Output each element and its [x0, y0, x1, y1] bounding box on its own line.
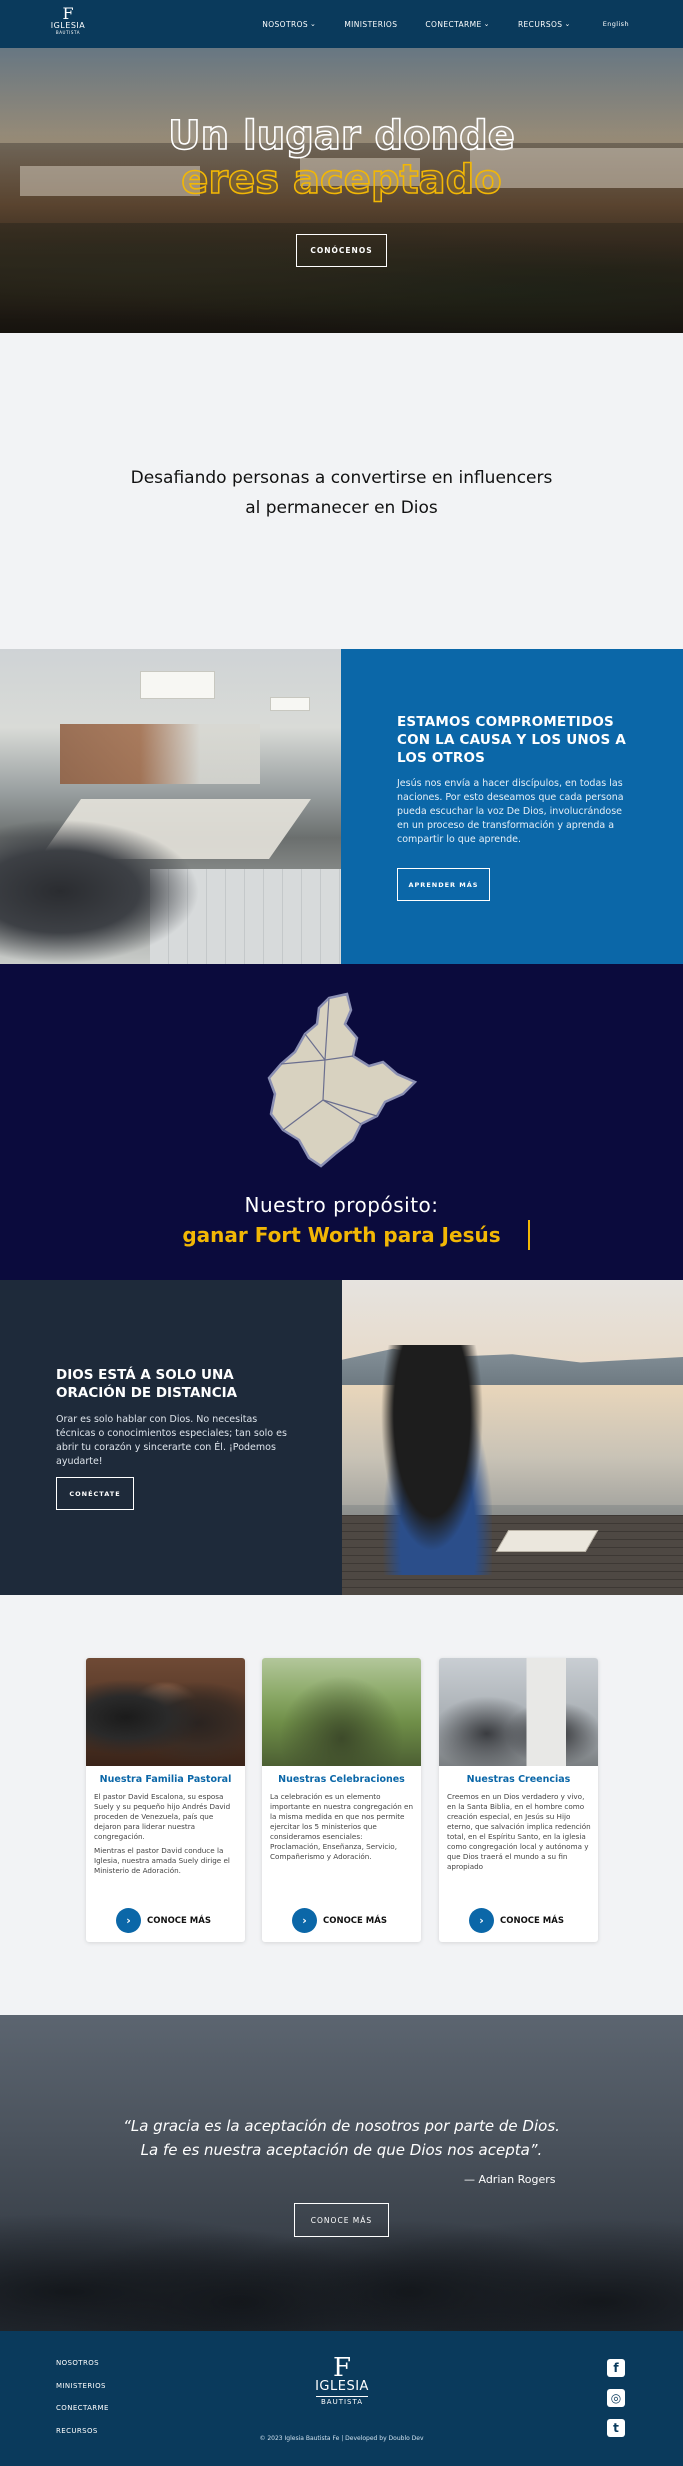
hero-title-line2: eres aceptado [180, 157, 502, 203]
photo-bible [495, 1530, 599, 1552]
ceiling-light [140, 671, 215, 699]
celebration-photo [262, 1658, 421, 1766]
main-nav: NOSOTROS ⌄ MINISTERIOS CONECTARME ⌄ RECU… [262, 0, 629, 48]
site-logo[interactable]: F IGLESIA BAUTISTA [48, 4, 88, 43]
more-label: CONOCE MÁS [147, 1915, 211, 1926]
footer-link-nosotros[interactable]: NOSOTROS [56, 2359, 109, 2367]
conocenos-button[interactable]: CONÓCENOS [296, 234, 387, 267]
footer-logo[interactable]: F IGLESIA BAUTISTA [306, 2353, 378, 2407]
card-paragraph: El pastor David Escalona, su esposa Suel… [94, 1792, 231, 1841]
nav-label: MINISTERIOS [344, 19, 398, 29]
beliefs-photo [439, 1658, 598, 1766]
chevron-down-icon: ⌄ [483, 20, 490, 28]
nav-label: NOSOTROS [262, 19, 309, 29]
card-paragraph: Creemos en un Dios verdadero y vivo, en … [447, 1792, 591, 1871]
footer-link-recursos[interactable]: RECURSOS [56, 2427, 109, 2435]
prayer-text: Orar es solo hablar con Dios. No necesit… [56, 1414, 287, 1467]
quote-line1: “La gracia es la aceptación de nosotros … [123, 2117, 560, 2135]
page: F IGLESIA BAUTISTA NOSOTROS ⌄ MINISTERIO… [0, 0, 683, 2466]
more-label: CONOCE MÁS [323, 1915, 387, 1926]
prayer-title: DIOS ESTÁ A SOLO UNA ORACIÓN DE DISTANCI… [56, 1367, 238, 1401]
conoce-mas-link[interactable]: › CONOCE MÁS [469, 1908, 564, 1933]
card-title: Nuestra Familia Pastoral [99, 1774, 232, 1785]
copyright-text: © 2023 Iglesia Bautista Fe | Developed b… [259, 2435, 424, 2442]
logo-word: IGLESIA [50, 21, 86, 30]
photo-man [372, 1345, 492, 1575]
card-body: La celebración es un elemento importante… [270, 1792, 414, 1862]
chevron-down-icon: ⌄ [310, 20, 317, 28]
logo-mark: F [332, 2353, 352, 2383]
conectate-button[interactable]: CONÉCTATE [56, 1477, 134, 1510]
typing-cursor [528, 1220, 530, 1250]
fort-worth-map-icon [267, 992, 418, 1168]
chevron-down-icon: ⌄ [564, 20, 571, 28]
card-body: El pastor David Escalona, su esposa Suel… [94, 1792, 238, 1876]
aprender-mas-button[interactable]: APRENDER MÁS [397, 868, 490, 901]
nav-label: RECURSOS [517, 19, 563, 29]
commitment-panel: ESTAMOS COMPROMETIDOS CON LA CAUSA Y LOS… [341, 649, 683, 964]
twitter-icon[interactable]: t [607, 2419, 625, 2437]
card-familia-pastoral: Nuestra Familia Pastoral El pastor David… [86, 1658, 245, 1942]
prayer-panel: DIOS ESTÁ A SOLO UNA ORACIÓN DE DISTANCI… [0, 1280, 342, 1595]
nav-item-nosotros[interactable]: NOSOTROS ⌄ [262, 20, 316, 29]
tagline-text: Desafiando personas a convertirse en inf… [0, 463, 683, 523]
hero-section: Un lugar donde eres aceptado CONÓCENOS [0, 48, 683, 333]
tagline-section: Desafiando personas a convertirse en inf… [0, 333, 683, 649]
language-switch[interactable]: English [603, 20, 629, 28]
quote-author: — Adrian Rogers [464, 2173, 556, 2186]
footer-link-conectarme[interactable]: CONECTARME [56, 2404, 109, 2412]
logo-sub: BAUTISTA [316, 2396, 368, 2407]
chevron-right-icon: › [116, 1908, 141, 1933]
logo-sub: BAUTISTA [55, 30, 81, 35]
more-label: CONOCE MÁS [500, 1915, 564, 1926]
facebook-icon[interactable]: f [607, 2359, 625, 2377]
quote-section: “La gracia es la aceptación de nosotros … [0, 2015, 683, 2331]
purpose-section: Nuestro propósito: ganar Fort Worth para… [0, 964, 683, 1280]
quote-line2: La fe es nuestra aceptación de que Dios … [140, 2141, 543, 2159]
logo-mark: F [62, 4, 74, 23]
people-seated [0, 819, 200, 964]
logo-word: IGLESIA [315, 2379, 369, 2394]
nav-item-conectarme[interactable]: CONECTARME ⌄ [425, 20, 490, 29]
site-header: F IGLESIA BAUTISTA NOSOTROS ⌄ MINISTERIO… [0, 0, 683, 48]
commitment-title: ESTAMOS COMPROMETIDOS CON LA CAUSA Y LOS… [397, 714, 627, 766]
ceiling-light [270, 697, 310, 711]
tagline-line2: al permanecer en Dios [245, 498, 438, 518]
card-paragraph: La celebración es un elemento importante… [270, 1792, 414, 1861]
nav-item-recursos[interactable]: RECURSOS ⌄ [518, 20, 571, 29]
conoce-mas-link[interactable]: › CONOCE MÁS [292, 1908, 387, 1933]
site-footer: NOSOTROS MINISTERIOS CONECTARME RECURSOS… [0, 2331, 683, 2466]
card-paragraph: Mientras el pastor David conduce la Igle… [94, 1846, 230, 1875]
card-body: Creemos en un Dios verdadero y vivo, en … [447, 1792, 591, 1872]
congregation-photo [0, 649, 341, 964]
family-photo [86, 1658, 245, 1766]
conoce-mas-link[interactable]: › CONOCE MÁS [116, 1908, 211, 1933]
social-links: f ◎ t [607, 2359, 625, 2437]
chevron-right-icon: › [292, 1908, 317, 1933]
tagline-line1: Desafiando personas a convertirse en inf… [130, 468, 553, 488]
card-celebraciones: Nuestras Celebraciones La celebración es… [262, 1658, 421, 1942]
card-creencias: Nuestras Creencias Creemos en un Dios ve… [439, 1658, 598, 1942]
instagram-icon[interactable]: ◎ [607, 2389, 625, 2407]
card-title: Nuestras Creencias [466, 1774, 571, 1785]
purpose-pre: Nuestro propósito: [244, 1193, 439, 1217]
footer-link-ministerios[interactable]: MINISTERIOS [56, 2382, 109, 2390]
chevron-right-icon: › [469, 1908, 494, 1933]
praying-man-photo [342, 1280, 683, 1595]
commitment-section: ESTAMOS COMPROMETIDOS CON LA CAUSA Y LOS… [0, 649, 683, 964]
commitment-text: Jesús nos envía a hacer discípulos, en t… [397, 778, 624, 845]
card-title: Nuestras Celebraciones [278, 1774, 405, 1785]
hero-title-line1: Un lugar donde [167, 113, 515, 159]
nav-label: CONECTARME [425, 19, 482, 29]
conoce-mas-button[interactable]: CONOCE MÁS [294, 2203, 389, 2237]
nav-item-ministerios[interactable]: MINISTERIOS [344, 20, 397, 29]
prayer-section: DIOS ESTÁ A SOLO UNA ORACIÓN DE DISTANCI… [0, 1280, 683, 1595]
purpose-main: ganar Fort Worth para Jesús [182, 1223, 501, 1247]
room-wall [60, 724, 260, 784]
cards-section: Nuestra Familia Pastoral El pastor David… [0, 1595, 683, 2015]
